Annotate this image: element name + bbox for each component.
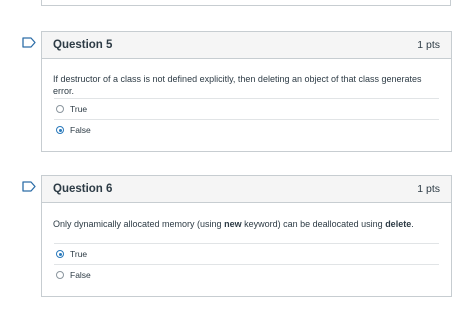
question-card-6: Question 6 1 pts Only dynamically alloca… [41, 175, 452, 297]
answer-option-true[interactable]: True [54, 243, 439, 264]
answer-label: True [70, 249, 88, 259]
radio-button-icon[interactable] [56, 250, 64, 258]
question-text-part: keyword) can be deallocated using [241, 219, 386, 229]
question-points: 1 pts [417, 183, 440, 195]
flag-question-icon[interactable] [22, 181, 36, 192]
question-text-content: If destructor of a class is not defined … [53, 74, 422, 96]
keyword-new: new [224, 219, 242, 229]
radio-button-icon[interactable] [56, 271, 64, 279]
question-text: If destructor of a class is not defined … [53, 73, 441, 97]
radio-button-icon[interactable] [56, 126, 64, 134]
flag-question-icon[interactable] [22, 37, 36, 48]
question-title: Question 6 [53, 183, 113, 195]
answer-option-false[interactable]: False [54, 119, 439, 140]
radio-button-icon[interactable] [56, 105, 64, 113]
previous-question-card [41, 0, 451, 6]
question-text: Only dynamically allocated memory (using… [53, 218, 441, 230]
question-text-part: Only dynamically allocated memory (using [53, 219, 225, 229]
answer-label: False [70, 125, 91, 135]
answer-label: True [70, 104, 88, 114]
question-header: Question 6 1 pts [42, 176, 451, 203]
answer-option-false[interactable]: False [54, 264, 439, 285]
question-points: 1 pts [417, 39, 440, 51]
question-title: Question 5 [53, 39, 113, 51]
answer-option-true[interactable]: True [54, 98, 439, 119]
keyword-delete: delete [385, 219, 412, 229]
answer-label: False [70, 270, 91, 280]
question-card-5: Question 5 1 pts If destructor of a clas… [41, 31, 452, 152]
question-header: Question 5 1 pts [42, 32, 451, 59]
question-text-part: . [411, 219, 414, 229]
